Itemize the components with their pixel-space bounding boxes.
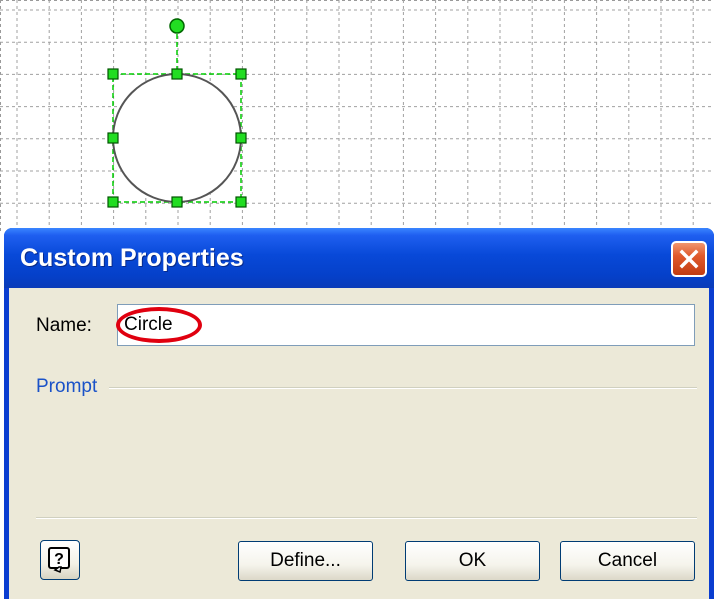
- footer-divider: [36, 517, 697, 519]
- handle-bottom-left[interactable]: [107, 196, 119, 208]
- prompt-label: Prompt: [36, 376, 106, 398]
- name-input[interactable]: [117, 304, 695, 346]
- ok-button[interactable]: OK: [405, 541, 540, 581]
- help-button[interactable]: ?: [40, 540, 80, 580]
- drawing-canvas[interactable]: [0, 0, 714, 232]
- handle-left[interactable]: [107, 132, 119, 144]
- cancel-button[interactable]: Cancel: [560, 541, 695, 581]
- circle-shape[interactable]: [112, 73, 242, 203]
- handle-right[interactable]: [235, 132, 247, 144]
- help-icon: ?: [48, 547, 70, 574]
- svg-text:?: ?: [54, 551, 64, 568]
- define-button[interactable]: Define...: [238, 541, 373, 581]
- handle-top-left[interactable]: [107, 68, 119, 80]
- custom-properties-dialog: Custom Properties Name: Prompt ? Define.…: [4, 228, 714, 599]
- name-label: Name:: [36, 315, 92, 336]
- rotation-handle[interactable]: [169, 18, 185, 34]
- close-icon: [679, 249, 699, 269]
- dialog-body: Name: Prompt ? Define... OK Cancel: [9, 288, 709, 599]
- handle-top[interactable]: [171, 68, 183, 80]
- close-button[interactable]: [671, 241, 707, 277]
- handle-bottom[interactable]: [171, 196, 183, 208]
- circle-shape-layer[interactable]: [0, 0, 714, 232]
- dialog-titlebar[interactable]: Custom Properties: [4, 228, 714, 288]
- handle-top-right[interactable]: [235, 68, 247, 80]
- prompt-divider: [109, 387, 697, 389]
- dialog-title: Custom Properties: [20, 244, 244, 272]
- handle-bottom-right[interactable]: [235, 196, 247, 208]
